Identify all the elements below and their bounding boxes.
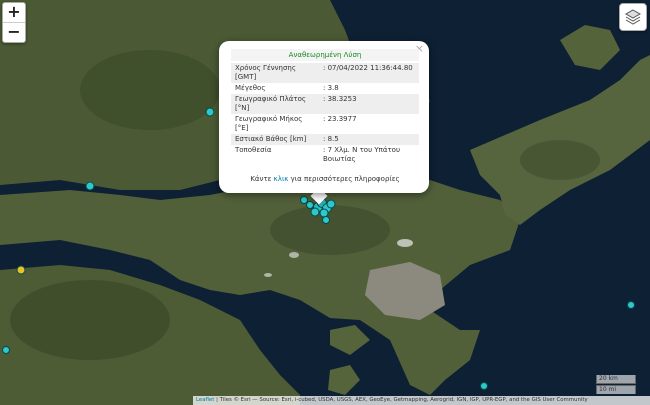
info-value: : 23.3977 [323, 115, 357, 123]
earthquake-marker[interactable] [205, 107, 215, 117]
info-label: Εστιακό Βάθος [km] [231, 134, 319, 145]
info-value: : 7 Χλμ. Ν του Υπάτου Βοιωτίας [323, 146, 400, 163]
info-value: : 38.3253 [319, 94, 419, 114]
earthquake-popup: × Αναθεωρημένη Λύση Χρόνος Γέννησης [GMT… [219, 41, 429, 193]
scale-bar-metric: 20 km [596, 375, 636, 384]
info-label: Μέγεθος [235, 84, 266, 92]
map-attribution: Leaflet | Tiles © Esri — Source: Esri, i… [193, 396, 650, 405]
earthquake-marker[interactable] [480, 382, 488, 390]
table-row: Χρόνος Γέννησης [GMT] : 07/04/2022 11:36… [231, 63, 419, 83]
zoom-control: + − [2, 2, 26, 43]
info-value: : 8.5 [319, 134, 419, 145]
earthquake-marker[interactable] [326, 199, 336, 209]
layers-button[interactable] [619, 3, 647, 31]
earthquake-marker[interactable] [627, 301, 635, 309]
more-info-text: Κάντε κλικ για περισσότερες πληροφορίες [231, 175, 419, 183]
table-row: Μέγεθος : 3.8 [231, 83, 419, 94]
more-info-prefix: Κάντε [250, 175, 274, 183]
table-row: Γεωγραφικό Μήκος [°E] : 23.3977 [231, 114, 419, 134]
more-info-link[interactable]: κλικ [274, 175, 289, 183]
leaflet-link[interactable]: Leaflet [196, 397, 214, 403]
more-info-suffix: για περισσότερες πληροφορίες [288, 175, 400, 183]
table-row: Γεωγραφικό Πλάτος [°N] : 38.3253 [231, 94, 419, 114]
map-view[interactable]: + − × Αναθεωρημένη Λύση Χρόνος Γέννησης … [0, 0, 650, 405]
info-value: : 07/04/2022 11:36:44.80 [319, 63, 419, 83]
info-label: Γεωγραφικό Μήκος [°E] [235, 115, 303, 132]
earthquake-marker[interactable] [16, 265, 26, 275]
earthquake-marker[interactable] [310, 207, 320, 217]
earthquake-info-table: Χρόνος Γέννησης [GMT] : 07/04/2022 11:36… [231, 63, 419, 165]
popup-title: Αναθεωρημένη Λύση [231, 49, 419, 61]
earthquake-marker[interactable] [85, 181, 95, 191]
earthquake-marker[interactable] [322, 216, 330, 224]
layers-icon [624, 9, 642, 25]
info-label: Τοποθεσία [235, 146, 272, 154]
info-label: Χρόνος Γέννησης [GMT] [231, 63, 319, 83]
scale-bar-imperial: 10 mi [596, 385, 636, 394]
table-row: Εστιακό Βάθος [km] : 8.5 [231, 134, 419, 145]
table-row: Τοποθεσία : 7 Χλμ. Ν του Υπάτου Βοιωτίας [231, 145, 419, 165]
info-label: Γεωγραφικό Πλάτος [°N] [231, 94, 319, 114]
zoom-out-button[interactable]: − [3, 22, 25, 42]
zoom-in-button[interactable]: + [3, 3, 25, 22]
attribution-text: | Tiles © Esri — Source: Esri, i-cubed, … [214, 397, 588, 403]
info-value: : 3.8 [323, 84, 339, 92]
earthquake-marker[interactable] [306, 201, 314, 209]
earthquake-marker[interactable] [2, 346, 10, 354]
